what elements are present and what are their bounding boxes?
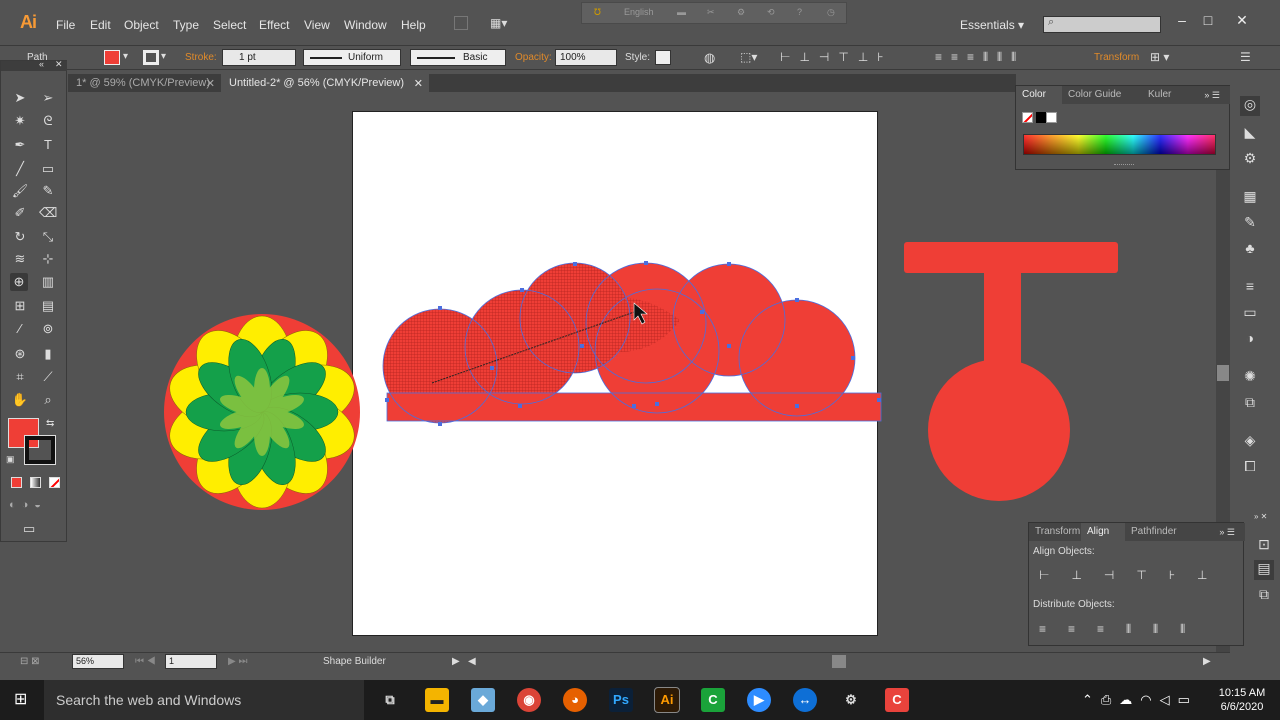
none-swatch[interactable] (1022, 112, 1033, 123)
chrome-icon[interactable]: ◉ (517, 688, 541, 712)
tab-align[interactable]: Align (1081, 523, 1125, 541)
last-artboard-icon[interactable]: ▶ ⏭ (228, 656, 247, 667)
align-panel: Transform Align Pathfinder » ☰ Align Obj… (1028, 522, 1245, 646)
file-explorer-icon[interactable]: ▬ (425, 688, 449, 712)
taskbar-clock[interactable]: 10:15 AM 6/6/2020 (1216, 686, 1268, 714)
tab-pathfinder[interactable]: Pathfinder (1125, 523, 1195, 541)
artboards-icon[interactable]: ⧠ (1240, 458, 1260, 478)
tab-transform[interactable]: Transform (1029, 523, 1081, 541)
recorder-icon[interactable]: C (885, 688, 909, 712)
task-view-icon[interactable]: ⧉ (378, 688, 402, 712)
tab-kuler[interactable]: Kuler (1142, 86, 1182, 104)
status-menu-icon[interactable]: ▶ (452, 656, 460, 667)
t-shape-artwork (904, 242, 1118, 501)
tab-label: Align (1087, 526, 1110, 537)
color-panel-icon[interactable]: ◎ (1240, 96, 1260, 116)
dock-collapse-icon[interactable]: » ✕ (1254, 512, 1267, 521)
transform-panel-icon[interactable]: ⊡ (1254, 536, 1274, 556)
tab-color-guide[interactable]: Color Guide (1062, 86, 1142, 104)
color-guide-icon[interactable]: ◣ (1240, 124, 1260, 144)
vertical-scroll-thumb[interactable] (1217, 365, 1229, 381)
zoom-field[interactable]: 56% (72, 654, 124, 669)
zoom-icon[interactable]: ▶ (747, 688, 771, 712)
none-slash-icon (1023, 113, 1032, 122)
taskbar-search[interactable]: Search the web and Windows (44, 680, 364, 720)
photoshop-icon[interactable]: Ps (609, 688, 633, 712)
distribute-objects-label: Distribute Objects: (1033, 599, 1115, 610)
current-tool-label: Shape Builder (323, 656, 386, 667)
gradient-icon[interactable]: ▭ (1240, 304, 1260, 324)
t-stem (984, 268, 1021, 368)
teamviewer-icon[interactable]: ↔ (793, 688, 817, 712)
symbols-icon[interactable]: ♣ (1240, 240, 1260, 260)
right-dock: ◎ ◣ ⚙ ▦ ✎ ♣ ≡ ▭ ◑ ✺ ⧉ ◈ ⧠ (1240, 90, 1262, 490)
cloud-artwork (382, 261, 882, 426)
align-objects-label: Align Objects: (1033, 546, 1095, 557)
tab-label: Color (1022, 89, 1046, 100)
panel-menu-icon[interactable]: » ☰ (1182, 86, 1230, 104)
tools-icon[interactable]: ⚙ (839, 688, 863, 712)
pathfinder-panel-icon[interactable]: ⧉ (1254, 586, 1274, 606)
camtasia-icon[interactable]: C (701, 688, 725, 712)
app-icon[interactable]: ◆ (471, 688, 495, 712)
layers-icon[interactable]: ◈ (1240, 432, 1260, 452)
flower-artwork (164, 314, 360, 510)
distribute-object-buttons[interactable]: ≡≡≡⫴⫴⫴ (1039, 622, 1207, 637)
graphic-styles-icon[interactable]: ⧉ (1240, 394, 1260, 414)
clock-time: 10:15 AM (1218, 687, 1266, 699)
color-spectrum[interactable] (1023, 134, 1216, 155)
tab-label: Pathfinder (1131, 526, 1177, 537)
scroll-left-icon[interactable]: ◀ (468, 656, 476, 667)
stroke-icon[interactable]: ≡ (1240, 278, 1260, 298)
clock-date: 6/6/2020 (1220, 701, 1264, 713)
horizontal-scroll-thumb[interactable] (832, 655, 846, 668)
align-dock: » ✕ ⊡ ▤ ⧉ (1246, 512, 1276, 612)
taskbar-search-placeholder: Search the web and Windows (56, 692, 242, 708)
artboard-number-field[interactable]: 1 (165, 654, 217, 669)
first-artboard-icon[interactable]: ⏮ ◀ (135, 656, 156, 667)
color-panel: Color Color Guide Kuler » ☰ (1015, 85, 1230, 170)
brushes-icon[interactable]: ✎ (1240, 214, 1260, 234)
appearance-icon[interactable]: ✺ (1240, 368, 1260, 388)
scroll-right-icon[interactable]: ▶ (1203, 656, 1211, 667)
illustrator-icon[interactable]: Ai (654, 687, 680, 713)
tab-label: Transform (1035, 526, 1081, 537)
kuler-icon[interactable]: ⚙ (1240, 150, 1260, 170)
resize-grip[interactable] (1114, 164, 1134, 167)
tab-color[interactable]: Color (1016, 86, 1062, 104)
status-bar: ⊟ ⊠ 56% ⏮ ◀ 1 ▶ ⏭ Shape Builder ▶ ◀ ▶ (0, 652, 1230, 670)
align-panel-icon[interactable]: ▤ (1254, 560, 1274, 580)
transparency-icon[interactable]: ◑ (1240, 330, 1260, 350)
status-icons[interactable]: ⊟ ⊠ (20, 656, 40, 667)
windows-taskbar: ⊞ Search the web and Windows ⧉ ▬ ◆ ◉ ◕ P… (0, 680, 1280, 720)
white-swatch[interactable] (1046, 112, 1057, 123)
windows-start-icon[interactable]: ⊞ (14, 692, 30, 708)
firefox-icon[interactable]: ◕ (563, 688, 587, 712)
t-circle (928, 359, 1070, 501)
tab-label: Kuler (1148, 89, 1172, 100)
align-object-buttons[interactable]: ⊢⊥⊣⊤⊦⊥ (1039, 568, 1230, 582)
panel-menu-icon[interactable]: » ☰ (1195, 523, 1245, 541)
tab-label: Color Guide (1068, 89, 1122, 100)
system-tray-icons[interactable]: ⌃⎙☁◠◁▭ (1082, 692, 1198, 708)
swatches-icon[interactable]: ▦ (1240, 188, 1260, 208)
